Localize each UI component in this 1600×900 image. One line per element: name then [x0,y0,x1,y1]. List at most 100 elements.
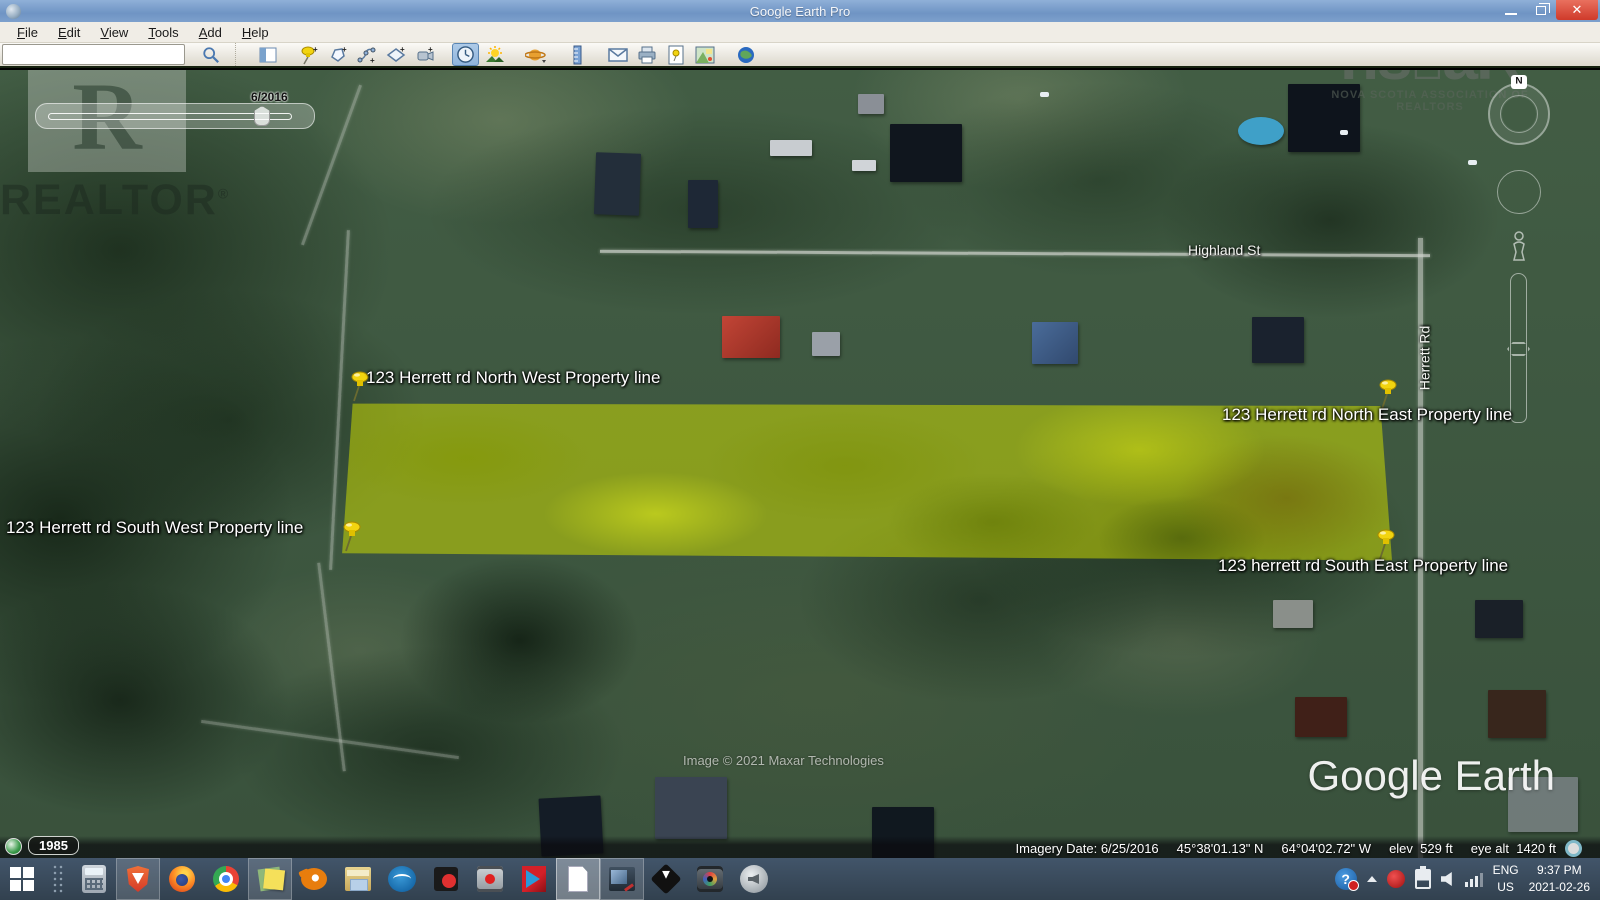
volume-mixer-icon [740,865,768,893]
status-bar: 1985 Imagery Date: 6/25/2016 45°38'01.13… [0,836,1600,858]
eye-alt-value: 1420 ft [1516,841,1556,856]
elev-label: elev [1389,841,1413,856]
add-image-overlay-icon: + [386,45,406,65]
close-button[interactable]: ✕ [1556,0,1598,20]
calculator-icon [82,865,106,893]
taskbar-screen-recorder[interactable] [424,858,468,900]
imagery-date-label: Imagery Date: [1016,841,1098,856]
taskbar-brave[interactable] [116,858,160,900]
taskbar-document[interactable] [556,858,600,900]
record-tour-button[interactable]: + [411,43,438,66]
search-button[interactable] [197,43,224,66]
property-pin-southwest[interactable] [340,520,364,554]
add-polygon-button[interactable]: + [324,43,351,66]
taskbar-inkscape[interactable] [644,858,688,900]
property-highlight-polygon[interactable] [340,402,1392,562]
zoom-slider-knob[interactable] [1507,342,1530,356]
building [1252,317,1304,363]
historical-year-badge[interactable]: 1985 [28,836,79,855]
minimize-button[interactable] [1496,0,1526,20]
menu-help[interactable]: Help [233,23,278,42]
clock-indicator[interactable]: 9:37 PM 2021-02-26 [1529,862,1590,896]
taskbar-separator [52,864,64,894]
taskbar-openoffice[interactable] [380,858,424,900]
menu-tools[interactable]: Tools [139,23,187,42]
tray-expand-icon[interactable] [1367,876,1377,882]
menu-edit[interactable]: Edit [49,23,89,42]
add-path-button[interactable]: + [353,43,380,66]
battery-icon[interactable] [1415,869,1431,889]
add-image-overlay-button[interactable]: + [382,43,409,66]
system-tray: ? ENG US 9:37 PM 2021-02-26 [1335,858,1600,900]
pegman-icon[interactable] [1508,230,1530,264]
taskbar-media-player[interactable] [688,858,732,900]
taskbar-media-play[interactable] [512,858,556,900]
map-viewport[interactable]: R REALTOR® ns⌂aR NOVA SCOTIA ASSOCIATION… [0,70,1600,858]
title-bar: Google Earth Pro ✕ [0,0,1600,22]
building [1295,697,1347,737]
taskbar-photo-editor[interactable] [600,858,644,900]
building [1475,600,1523,638]
compass-ring[interactable] [1488,83,1550,145]
earth-button[interactable] [732,43,759,66]
building [688,180,718,228]
historical-imagery-icon [456,45,475,64]
taskbar-volume-mixer[interactable] [732,858,776,900]
streaming-status-icon [1565,840,1582,857]
ruler-icon [571,45,583,65]
eye-alt-label: eye alt [1471,841,1509,856]
zoom-slider[interactable] [1510,273,1527,423]
building-red-roof [722,316,780,358]
menu-view[interactable]: View [91,23,137,42]
openoffice-icon [388,866,416,892]
add-placemark-button[interactable]: + [295,43,322,66]
add-placemark-icon: + [299,45,319,65]
close-icon: ✕ [1572,2,1583,18]
historical-imagery-button[interactable] [452,43,479,66]
email-button[interactable] [604,43,631,66]
menu-file[interactable]: File [8,23,47,42]
minimize-icon [1505,13,1517,15]
building [1488,690,1546,738]
sunlight-button[interactable] [481,43,508,66]
restore-button[interactable] [1526,0,1556,20]
building [770,140,812,156]
road-highland-st [600,250,1430,257]
menu-add[interactable]: Add [190,23,231,42]
taskbar-sticky-notes[interactable] [248,858,292,900]
view-in-maps-button[interactable] [691,43,718,66]
language-indicator[interactable]: ENG US [1493,862,1519,896]
taskbar-blender[interactable] [292,858,336,900]
media-player-icon [697,866,723,892]
planets-button[interactable] [522,43,549,66]
building [812,332,840,356]
taskbar-chrome[interactable] [204,858,248,900]
svg-text:+: + [400,45,405,54]
taskbar-capture-recorder[interactable] [468,858,512,900]
look-joystick[interactable] [1497,170,1541,214]
start-icon [10,867,21,878]
time-slider[interactable]: 6/2016 [35,103,315,129]
network-signal-icon[interactable] [1465,871,1483,887]
taskbar-calculator[interactable] [72,858,116,900]
toolbar: + + + + + [0,43,1600,68]
search-input[interactable] [2,44,185,65]
historical-clock-icon[interactable] [5,838,22,855]
taskbar-file-manager[interactable] [336,858,380,900]
restore-icon [1536,6,1546,15]
vehicle [1468,160,1477,165]
print-button[interactable] [633,43,660,66]
recording-tray-icon[interactable] [1387,870,1405,888]
brave-icon [127,866,149,892]
building-blue-roof [1032,322,1078,364]
save-image-button[interactable] [662,43,689,66]
chrome-icon [213,866,239,892]
save-image-icon [668,45,684,65]
help-tray-icon[interactable]: ? [1335,868,1357,890]
ruler-button[interactable] [563,43,590,66]
speaker-icon[interactable] [1441,872,1455,886]
sidebar-toggle-button[interactable] [254,43,281,66]
start-button[interactable] [0,858,44,900]
time-slider-handle[interactable] [254,106,270,126]
taskbar-firefox[interactable] [160,858,204,900]
